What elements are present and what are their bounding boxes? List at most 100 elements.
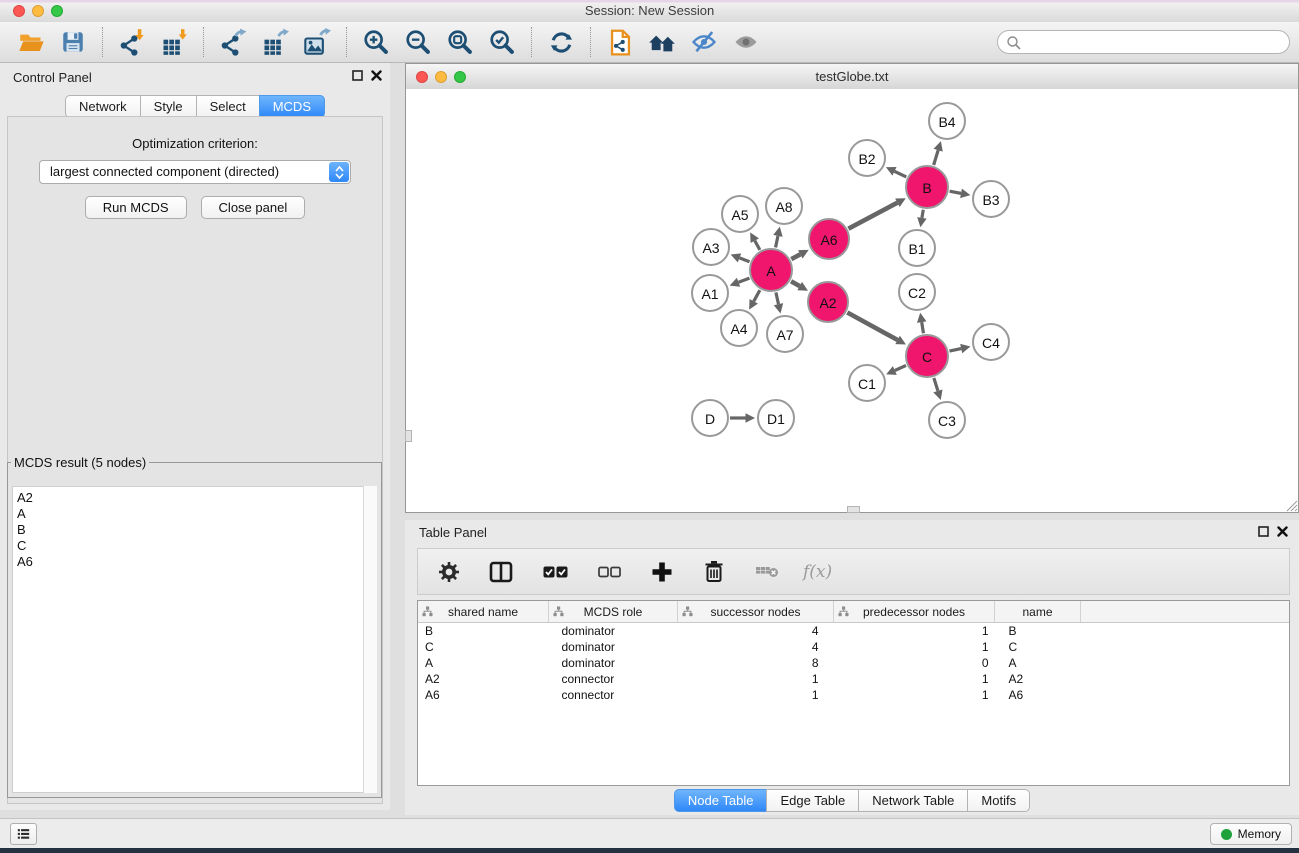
splitter-grip-bottom[interactable]	[847, 506, 860, 513]
column-header-successor-nodes[interactable]: successor nodes	[678, 601, 834, 623]
graph-node-C3[interactable]: C3	[929, 402, 965, 438]
table-row[interactable]: Adominator80A	[418, 655, 1289, 671]
graph-node-B3[interactable]: B3	[973, 181, 1009, 217]
table-cell[interactable]: 4	[678, 639, 834, 655]
graph-node-A6[interactable]: A6	[809, 219, 849, 259]
table-cell[interactable]: 1	[834, 687, 995, 703]
table-cell[interactable]: B	[995, 623, 1081, 640]
table-settings-button[interactable]	[436, 555, 462, 589]
graph-node-D1[interactable]: D1	[758, 400, 794, 436]
zoom-in-button[interactable]	[359, 25, 393, 59]
table-cell[interactable]: A2	[418, 671, 549, 687]
mcds-list-scrollbar[interactable]	[363, 486, 377, 793]
export-table-button[interactable]	[258, 25, 292, 59]
graph-node-A4[interactable]: A4	[721, 310, 757, 346]
criterion-dropdown[interactable]: largest connected component (directed)	[39, 160, 351, 184]
delete-table-button[interactable]	[752, 555, 782, 589]
network-canvas[interactable]: B4 B2 B B3 A8A5 A6 A3 B1 A C2 A1 A2 A4 A7 C4 C C1 C3 D D1	[406, 89, 1298, 512]
table-cell[interactable]: dominator	[549, 655, 678, 671]
graph-node-A8[interactable]: A8	[766, 188, 802, 224]
function-builder-button[interactable]: f(x)	[803, 562, 832, 582]
table-cell[interactable]: C	[995, 639, 1081, 655]
zoom-out-button[interactable]	[401, 25, 435, 59]
table-cell[interactable]: A	[995, 655, 1081, 671]
graph-node-A[interactable]: A	[750, 249, 792, 291]
column-header-shared-name[interactable]: shared name	[418, 601, 549, 623]
homes-button[interactable]	[645, 25, 679, 59]
graph-node-A7[interactable]: A7	[767, 316, 803, 352]
tab-select[interactable]: Select	[196, 95, 260, 118]
graph-node-C1[interactable]: C1	[849, 365, 885, 401]
table-cell[interactable]: A	[418, 655, 549, 671]
graph-node-C2[interactable]: C2	[899, 274, 935, 310]
mcds-result-item[interactable]: A2	[13, 490, 376, 506]
tab-edge-table[interactable]: Edge Table	[766, 789, 859, 812]
run-mcds-button[interactable]: Run MCDS	[85, 196, 187, 219]
close-panel-icon[interactable]	[1277, 526, 1288, 537]
tab-network-table[interactable]: Network Table	[858, 789, 968, 812]
graph-node-C4[interactable]: C4	[973, 324, 1009, 360]
close-panel-button[interactable]: Close panel	[201, 196, 306, 219]
new-session-from-network-button[interactable]	[603, 25, 637, 59]
mcds-result-item[interactable]: C	[13, 538, 376, 554]
float-panel-icon[interactable]	[1258, 526, 1269, 537]
table-cell[interactable]: A2	[995, 671, 1081, 687]
show-panels-button[interactable]	[729, 25, 763, 59]
mcds-result-item[interactable]: A6	[13, 554, 376, 570]
table-cell[interactable]: 8	[678, 655, 834, 671]
resize-corner-icon[interactable]	[1285, 499, 1298, 512]
import-table-button[interactable]	[157, 25, 191, 59]
tab-style[interactable]: Style	[140, 95, 197, 118]
splitter-grip-left[interactable]	[405, 430, 412, 442]
table-cell[interactable]: dominator	[549, 639, 678, 655]
graph-node-B4[interactable]: B4	[929, 103, 965, 139]
add-column-button[interactable]	[648, 555, 676, 589]
save-session-button[interactable]	[56, 25, 90, 59]
table-cell[interactable]: 1	[834, 671, 995, 687]
close-panel-icon[interactable]	[371, 70, 382, 81]
table-cell[interactable]: 1	[678, 671, 834, 687]
table-row[interactable]: Bdominator41B	[418, 623, 1289, 640]
graph-node-C[interactable]: C	[906, 335, 948, 377]
table-cell[interactable]: 1	[834, 639, 995, 655]
table-cell[interactable]: C	[418, 639, 549, 655]
mcds-result-item[interactable]: A	[13, 506, 376, 522]
open-session-button[interactable]	[14, 25, 48, 59]
search-input[interactable]	[1026, 32, 1285, 54]
task-history-button[interactable]	[10, 823, 37, 845]
memory-button[interactable]: Memory	[1210, 823, 1292, 845]
table-cell[interactable]: B	[418, 623, 549, 640]
table-cell[interactable]: 1	[834, 623, 995, 640]
table-row[interactable]: Cdominator41C	[418, 639, 1289, 655]
graph-node-A1[interactable]: A1	[692, 275, 728, 311]
deselect-all-button[interactable]	[595, 555, 623, 589]
graph-node-D[interactable]: D	[692, 400, 728, 436]
export-network-button[interactable]	[216, 25, 250, 59]
graph-node-B[interactable]: B	[906, 166, 948, 208]
table-cell[interactable]: 0	[834, 655, 995, 671]
column-header-name[interactable]: name	[995, 601, 1081, 623]
table-row[interactable]: A2connector11A2	[418, 671, 1289, 687]
graph-node-B1[interactable]: B1	[899, 230, 935, 266]
column-header-mcds-role[interactable]: MCDS role	[549, 601, 678, 623]
graph-node-A2[interactable]: A2	[808, 282, 848, 322]
table-row[interactable]: A6connector11A6	[418, 687, 1289, 703]
tab-network[interactable]: Network	[65, 95, 141, 118]
zoom-fit-button[interactable]	[443, 25, 477, 59]
table-cell[interactable]: A6	[995, 687, 1081, 703]
graph-node-A5[interactable]: A5	[722, 196, 758, 232]
table-cell[interactable]: connector	[549, 687, 678, 703]
refresh-view-button[interactable]	[544, 25, 578, 59]
import-network-button[interactable]	[115, 25, 149, 59]
graph-node-B2[interactable]: B2	[849, 140, 885, 176]
delete-column-button[interactable]	[701, 555, 727, 589]
graph-node-A3[interactable]: A3	[693, 229, 729, 265]
export-image-button[interactable]	[300, 25, 334, 59]
hide-panels-button[interactable]	[687, 25, 721, 59]
column-header-predecessor-nodes[interactable]: predecessor nodes	[834, 601, 995, 623]
float-panel-icon[interactable]	[352, 70, 363, 81]
zoom-selected-button[interactable]	[485, 25, 519, 59]
tab-mcds[interactable]: MCDS	[259, 95, 325, 118]
tab-motifs[interactable]: Motifs	[967, 789, 1030, 812]
table-cell[interactable]: connector	[549, 671, 678, 687]
